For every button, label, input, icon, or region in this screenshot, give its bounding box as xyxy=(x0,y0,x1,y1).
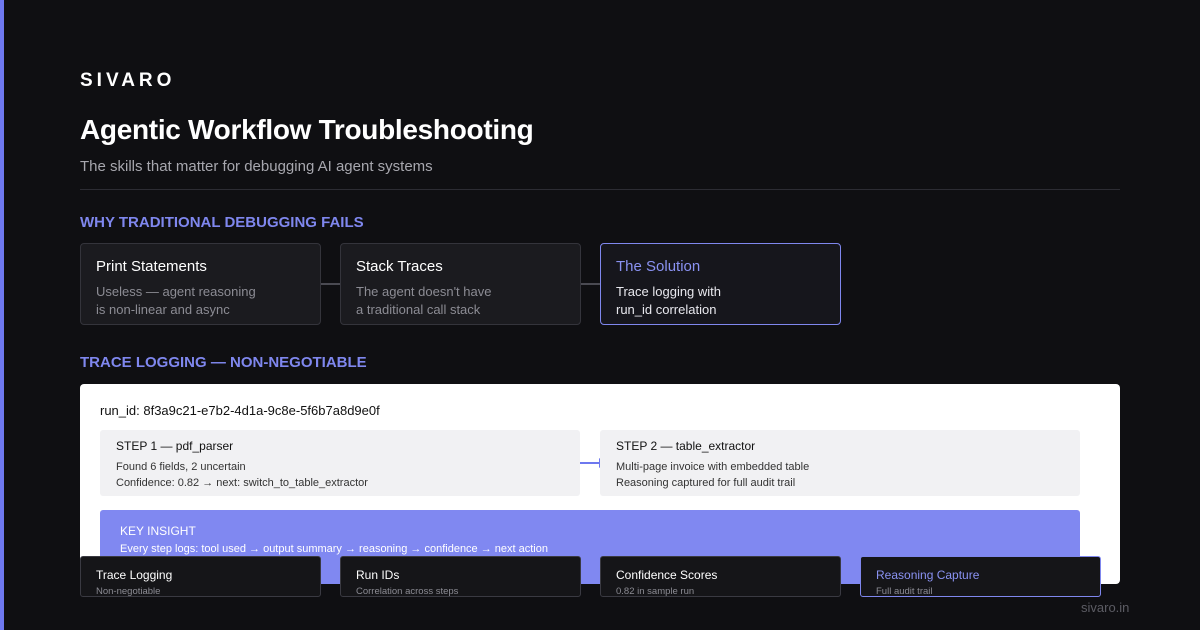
footer-url: sivaro.in xyxy=(1081,600,1130,615)
step-title: STEP 1 — pdf_parser xyxy=(116,439,234,453)
insight-text: Every step logs: tool used → output summ… xyxy=(120,543,548,555)
card-title: Stack Traces xyxy=(356,258,443,275)
pill-subtitle: 0.82 in sample run xyxy=(616,586,695,597)
card-body: The agent doesn't have a traditional cal… xyxy=(356,283,565,319)
pill-title: Trace Logging xyxy=(96,568,173,582)
header-divider xyxy=(80,189,1120,190)
run-id-label: run_id: 8f3a9c21-e7b2-4d1a-9c8e-5f6b7a8d… xyxy=(100,403,380,418)
step-arrow-icon xyxy=(580,458,606,468)
section-heading-trace-logging: TRACE LOGGING — NON-NEGOTIABLE xyxy=(80,354,367,371)
pill-subtitle: Correlation across steps xyxy=(356,586,459,597)
step-line: Reasoning captured for full audit trail xyxy=(616,477,796,489)
page-title: Agentic Workflow Troubleshooting xyxy=(80,114,534,145)
card-line: run_id correlation xyxy=(616,302,717,317)
card-title: The Solution xyxy=(616,258,701,275)
page-subtitle: The skills that matter for debugging AI … xyxy=(80,158,433,175)
skill-pill-reasoning-capture: Reasoning Capture Full audit trail xyxy=(860,556,1101,597)
step-line: Found 6 fields, 2 uncertain xyxy=(116,461,246,473)
connector-arrow-icon xyxy=(581,279,607,289)
step-line: Multi-page invoice with embedded table xyxy=(616,461,810,473)
pill-subtitle: Non-negotiable xyxy=(96,586,161,597)
brand-logo: SIVARO xyxy=(80,70,176,91)
card-line: Useless — agent reasoning xyxy=(96,284,256,299)
card-line: is non-linear and async xyxy=(96,302,230,317)
card-title: Print Statements xyxy=(96,258,207,275)
skill-pill-confidence-scores: Confidence Scores 0.82 in sample run xyxy=(600,556,841,597)
card-line: The agent doesn't have xyxy=(356,284,492,299)
card-line: a traditional call stack xyxy=(356,302,481,317)
insight-title: KEY INSIGHT xyxy=(120,524,196,538)
section-heading-why-fails: WHY TRADITIONAL DEBUGGING FAILS xyxy=(80,214,364,231)
skill-pill-run-ids: Run IDs Correlation across steps xyxy=(340,556,581,597)
trace-log-panel: run_id: 8f3a9c21-e7b2-4d1a-9c8e-5f6b7a8d… xyxy=(80,384,1120,584)
step-card-table-extractor: STEP 2 — table_extractor Multi-page invo… xyxy=(600,430,1080,496)
pill-title: Confidence Scores xyxy=(616,568,718,582)
card-stack-traces: Stack Traces The agent doesn't have a tr… xyxy=(340,243,581,325)
left-accent-bar xyxy=(0,0,4,630)
card-the-solution: The Solution Trace logging with run_id c… xyxy=(600,243,841,325)
card-print-statements: Print Statements Useless — agent reasoni… xyxy=(80,243,321,325)
card-line: Trace logging with xyxy=(616,284,722,299)
card-body: Useless — agent reasoning is non-linear … xyxy=(96,283,305,319)
pill-subtitle: Full audit trail xyxy=(876,586,933,597)
step-line: Confidence: 0.82 → next: switch_to_table… xyxy=(116,477,368,489)
pill-title: Reasoning Capture xyxy=(876,568,980,582)
step-card-pdf-parser: STEP 1 — pdf_parser Found 6 fields, 2 un… xyxy=(100,430,580,496)
card-body: Trace logging with run_id correlation xyxy=(616,283,825,319)
skill-pill-trace-logging: Trace Logging Non-negotiable xyxy=(80,556,321,597)
connector-arrow-icon xyxy=(321,279,347,289)
pill-title: Run IDs xyxy=(356,568,400,582)
step-title: STEP 2 — table_extractor xyxy=(616,439,756,453)
